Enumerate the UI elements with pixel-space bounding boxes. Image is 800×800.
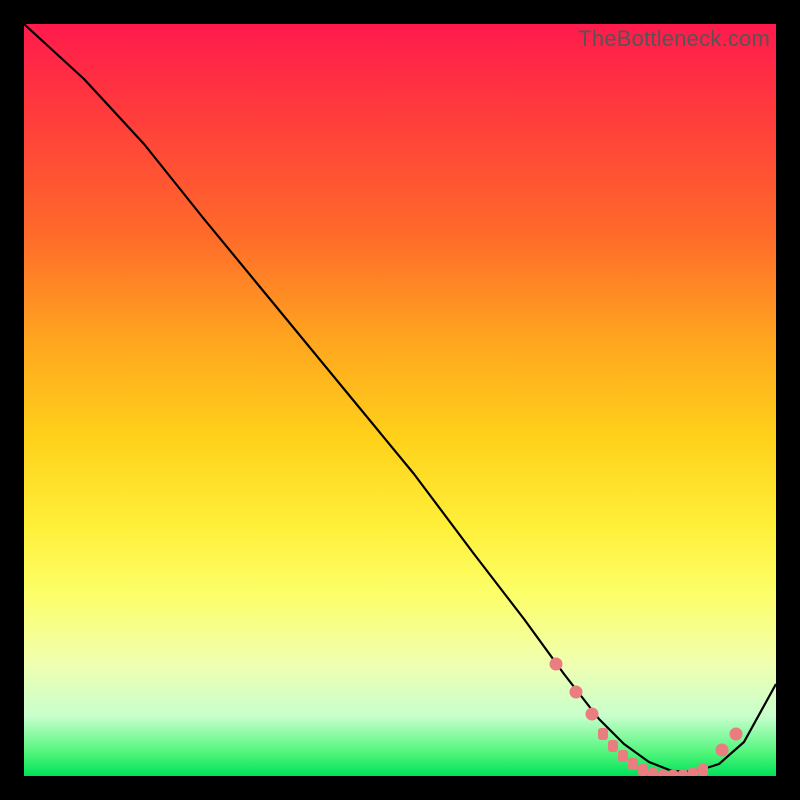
marker-bar <box>688 768 698 776</box>
marker-bar <box>668 770 678 776</box>
marker-dot <box>730 728 742 740</box>
marker-bar <box>658 770 668 776</box>
marker-bar <box>678 770 688 776</box>
marker-dot <box>570 686 582 698</box>
marker-dot <box>586 708 598 720</box>
bottleneck-curve <box>24 24 776 772</box>
marker-bar <box>598 728 608 740</box>
site-watermark: TheBottleneck.com <box>578 26 770 52</box>
marker-dot <box>716 744 728 756</box>
marker-bar <box>638 764 648 776</box>
chart-svg <box>24 24 776 776</box>
marker-group <box>550 658 742 776</box>
chart-frame: TheBottleneck.com <box>24 24 776 776</box>
marker-bar <box>698 764 708 776</box>
marker-bar <box>648 768 658 776</box>
marker-dot <box>550 658 562 670</box>
marker-bar <box>618 750 628 762</box>
marker-bar <box>608 740 618 752</box>
marker-bar <box>628 758 638 770</box>
